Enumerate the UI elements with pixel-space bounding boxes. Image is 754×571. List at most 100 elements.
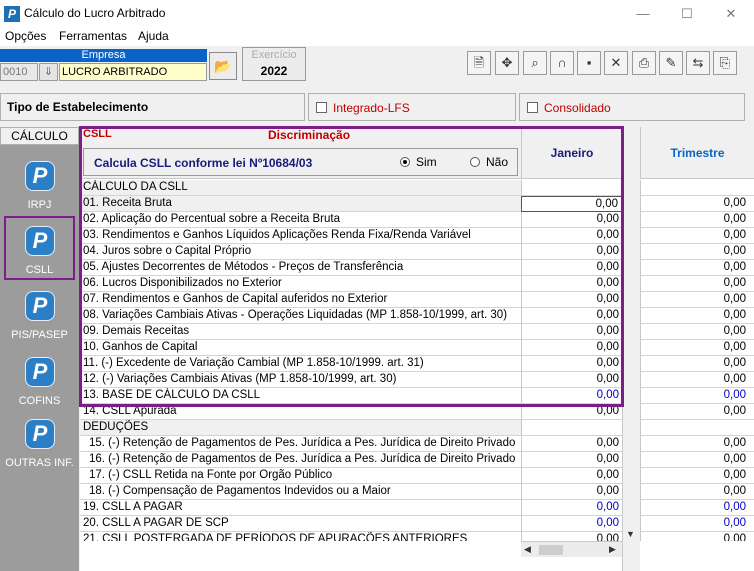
- lei-text: Calcula CSLL conforme lei Nº10684/03: [94, 156, 313, 170]
- janeiro-cell[interactable]: 0,00: [521, 436, 622, 452]
- row-description: 05. Ajustes Decorrentes de Métodos - Pre…: [80, 260, 521, 276]
- janeiro-cell[interactable]: 0,00: [521, 260, 622, 276]
- janeiro-cell[interactable]: 0,00: [521, 452, 622, 468]
- row-description: 12. (-) Variações Cambiais Ativas (MP 1.…: [80, 372, 521, 388]
- row-description: 07. Rendimentos e Ganhos de Capital aufe…: [80, 292, 521, 308]
- janeiro-cell[interactable]: 0,00: [521, 212, 622, 228]
- cofins-p-icon: P: [25, 357, 55, 387]
- janeiro-cell[interactable]: 0,00: [521, 468, 622, 484]
- minimize-button[interactable]: —: [621, 0, 665, 27]
- table-row: 14. CSLL Apurada 0,00 0,00: [80, 404, 754, 420]
- row-description: 09. Demais Receitas: [80, 324, 521, 340]
- compass-button[interactable]: ✥: [495, 51, 519, 75]
- empresa-name-field[interactable]: LUCRO ARBITRADO: [59, 63, 207, 81]
- irpj-p-icon: P: [25, 161, 55, 191]
- print-button[interactable]: ⎙: [632, 51, 656, 75]
- janeiro-cell[interactable]: 0,00: [521, 388, 622, 404]
- left-nav: P IRPJ P CSLL P PIS/PASEP P COFINS P OUT…: [0, 145, 79, 571]
- calculo-header: CÁLCULO: [0, 127, 79, 145]
- table-row: 04. Juros sobre o Capital Próprio 0,00 0,0…: [80, 244, 754, 260]
- exercicio-field[interactable]: Exercício 2022: [242, 47, 306, 81]
- integrado-checkbox-box[interactable]: [316, 102, 327, 113]
- close-button[interactable]: ✕: [709, 0, 753, 27]
- radio-sim[interactable]: [400, 157, 410, 167]
- janeiro-cell[interactable]: 0,00: [521, 292, 622, 308]
- search-button[interactable]: ⌕: [523, 51, 547, 75]
- row-description: 06. Lucros Disponibilizados no Exterior: [80, 276, 521, 292]
- consolidado-checkbox-box[interactable]: [527, 102, 538, 113]
- brush-button[interactable]: ✎: [659, 51, 683, 75]
- integrado-checkbox[interactable]: Integrado-LFS: [308, 93, 516, 121]
- janeiro-cell[interactable]: 0,00: [521, 532, 622, 541]
- trimestre-cell: 0,00: [640, 196, 754, 212]
- brush-icon: ✎: [665, 55, 677, 70]
- janeiro-cell[interactable]: 0,00: [521, 196, 622, 212]
- janeiro-cell[interactable]: 0,00: [521, 308, 622, 324]
- lei-option-box: Calcula CSLL conforme lei Nº10684/03 Sim…: [83, 148, 518, 176]
- table-row: DEDUÇÕES: [80, 420, 754, 436]
- horizontal-scrollbar[interactable]: ◀ ▶: [521, 541, 622, 557]
- nav-item-outras-inf[interactable]: P OUTRAS INF.: [0, 415, 79, 483]
- trimestre-cell: 0,00: [640, 276, 754, 292]
- toolbar: Empresa 0010 ⇓ LUCRO ARBITRADO 📂 Exercíc…: [0, 46, 754, 88]
- row-description: 16. (-) Retenção de Pagamentos de Pes. J…: [80, 452, 521, 468]
- window-title: Cálculo do Lucro Arbitrado: [24, 6, 166, 20]
- menu-ajuda[interactable]: Ajuda: [138, 29, 169, 43]
- janeiro-cell[interactable]: 0,00: [521, 404, 622, 420]
- row-description: 19. CSLL A PAGAR: [80, 500, 521, 516]
- magnet-button[interactable]: ∩: [550, 51, 574, 75]
- janeiro-cell[interactable]: 0,00: [521, 484, 622, 500]
- janeiro-cell[interactable]: 0,00: [521, 340, 622, 356]
- csll-tag: CSLL: [83, 128, 112, 140]
- janeiro-cell[interactable]: 0,00: [521, 516, 622, 532]
- open-folder-button[interactable]: 📂: [209, 52, 237, 80]
- nav-item-cofins[interactable]: P COFINS: [0, 353, 79, 421]
- janeiro-cell[interactable]: 0,00: [521, 228, 622, 244]
- table-row: 20. CSLL A PAGAR DE SCP 0,00 0,00: [80, 516, 754, 532]
- janeiro-cell[interactable]: 0,00: [521, 324, 622, 340]
- empresa-code-field[interactable]: 0010: [0, 63, 38, 81]
- export-button[interactable]: ⇆: [686, 51, 710, 75]
- delete-button[interactable]: ✕: [604, 51, 628, 75]
- consolidado-checkbox[interactable]: Consolidado: [519, 93, 745, 121]
- new-document-button[interactable]: 🗎: [467, 51, 491, 75]
- nav-item-label: IRPJ: [27, 199, 52, 211]
- menu-ferramentas[interactable]: Ferramentas: [59, 29, 127, 43]
- save-button[interactable]: ▪: [577, 51, 601, 75]
- janeiro-cell[interactable]: 0,00: [521, 500, 622, 516]
- table-row: 11. (-) Excedente de Variação Cambial (M…: [80, 356, 754, 372]
- import-button[interactable]: ⎘: [713, 51, 737, 75]
- janeiro-cell[interactable]: 0,00: [521, 244, 622, 260]
- integrado-label: Integrado-LFS: [333, 101, 410, 115]
- calc-grid: CSLL Discriminação Calcula CSLL conforme…: [80, 127, 754, 571]
- row-description: 20. CSLL A PAGAR DE SCP: [80, 516, 521, 532]
- janeiro-cell: [521, 420, 622, 436]
- radio-nao[interactable]: [470, 157, 480, 167]
- menu-bar: Opções Ferramentas Ajuda: [0, 27, 754, 46]
- table-row: 09. Demais Receitas 0,00 0,00: [80, 324, 754, 340]
- grid-rows: CÁLCULO DA CSLL 01. Receita Bruta 0,00 0,00…: [80, 180, 754, 541]
- janeiro-cell[interactable]: 0,00: [521, 372, 622, 388]
- table-row: 07. Rendimentos e Ganhos de Capital aufe…: [80, 292, 754, 308]
- trimestre-cell: 0,00: [640, 244, 754, 260]
- scroll-thumb[interactable]: [539, 545, 563, 555]
- maximize-button[interactable]: ☐: [665, 0, 709, 27]
- scroll-down-icon[interactable]: ▼: [626, 529, 635, 539]
- table-row: 21. CSLL POSTERGADA DE PERÍODOS DE APURA…: [80, 532, 754, 541]
- janeiro-cell[interactable]: 0,00: [521, 356, 622, 372]
- nav-item-pis-pasep[interactable]: P PIS/PASEP: [0, 287, 79, 355]
- trimestre-cell: 0,00: [640, 484, 754, 500]
- trimestre-cell: 0,00: [640, 292, 754, 308]
- row-description: 17. (-) CSLL Retida na Fonte por Orgão P…: [80, 468, 521, 484]
- scroll-left-icon[interactable]: ◀: [524, 544, 531, 555]
- trimestre-cell: 0,00: [640, 228, 754, 244]
- nav-item-label: OUTRAS INF.: [5, 457, 74, 469]
- menu-opcoes[interactable]: Opções: [5, 29, 46, 43]
- exercicio-value: 2022: [260, 64, 288, 78]
- table-row: 18. (-) Compensação de Pagamentos Indevi…: [80, 484, 754, 500]
- row-description: 13. BASE DE CÁLCULO DA CSLL: [80, 388, 521, 404]
- scroll-right-icon[interactable]: ▶: [609, 544, 616, 555]
- nav-item-irpj[interactable]: P IRPJ: [0, 157, 79, 225]
- empresa-lookup-icon[interactable]: ⇓: [39, 63, 58, 81]
- janeiro-cell[interactable]: 0,00: [521, 276, 622, 292]
